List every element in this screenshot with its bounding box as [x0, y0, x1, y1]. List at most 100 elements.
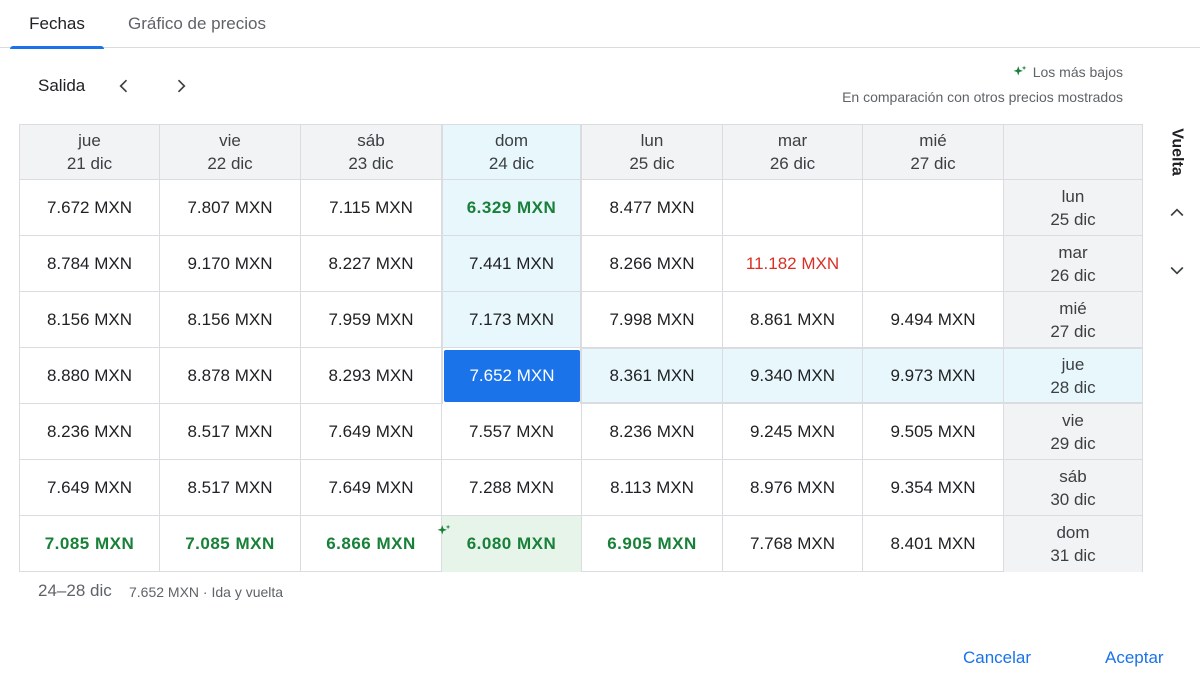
row-header-return: mié 27 dic — [1004, 292, 1142, 348]
price-cell[interactable]: 9.494 MXN — [863, 292, 1004, 348]
price-cell[interactable]: 8.236 MXN — [582, 404, 723, 460]
column-day: mar — [777, 131, 808, 150]
price-cell[interactable]: 7.672 MXN — [20, 180, 160, 236]
row-day: vie — [1062, 410, 1084, 430]
price-cell[interactable]: 8.401 MXN — [863, 516, 1004, 572]
row-day: jue — [1061, 354, 1085, 374]
sparkle-icon — [437, 523, 451, 543]
column-date: 22 dic — [207, 154, 253, 173]
tab-bar: Fechas Gráfico de precios — [0, 0, 1200, 49]
price-cell[interactable]: 7.085 MXN — [160, 516, 301, 572]
column-header-departure: dom 24 dic — [442, 125, 582, 180]
tab-fechas[interactable]: Fechas — [10, 0, 104, 49]
price-cell[interactable]: 8.861 MXN — [723, 292, 863, 348]
row-date: 25 dic — [1050, 209, 1096, 229]
return-label: Vuelta — [1169, 128, 1187, 176]
price-cell[interactable]: 8.878 MXN — [160, 348, 301, 404]
column-day: jue — [78, 131, 101, 150]
column-day: mié — [919, 131, 947, 150]
price-cell[interactable]: 6.329 MXN — [442, 180, 582, 236]
previous-week-button[interactable] — [108, 70, 140, 102]
accept-button[interactable]: Aceptar — [1105, 648, 1164, 668]
price-cell[interactable]: 9.354 MXN — [863, 460, 1004, 516]
row-day: sáb — [1059, 466, 1087, 486]
column-date: 24 dic — [488, 154, 535, 173]
price-cell[interactable]: 8.156 MXN — [160, 292, 301, 348]
price-cell[interactable]: 11.182 MXN — [723, 236, 863, 292]
sparkle-icon — [1013, 65, 1027, 76]
chevron-right-icon — [177, 79, 186, 93]
column-header-departure: mar 26 dic — [723, 125, 863, 180]
price-cell[interactable]: 8.113 MXN — [582, 460, 723, 516]
next-return-week-button[interactable] — [1162, 255, 1192, 285]
column-header-departure: mié 27 dic — [863, 125, 1004, 180]
price-cell[interactable]: 8.517 MXN — [160, 404, 301, 460]
price-cell[interactable]: 7.807 MXN — [160, 180, 301, 236]
price-cell[interactable]: 7.649 MXN — [301, 404, 442, 460]
price-cell[interactable]: 8.236 MXN — [20, 404, 160, 460]
row-date: 31 dic — [1050, 546, 1096, 565]
price-cell[interactable]: 7.768 MXN — [723, 516, 863, 572]
price-cell[interactable]: 7.557 MXN — [442, 404, 582, 460]
departure-label: Salida — [38, 76, 86, 95]
row-day: dom — [1056, 523, 1090, 542]
price-cell[interactable]: 7.652 MXN — [444, 350, 580, 402]
price-cell[interactable]: 6.905 MXN — [582, 516, 723, 572]
row-day: mar — [1058, 242, 1088, 262]
price-cell[interactable]: 8.293 MXN — [301, 348, 442, 404]
price-cell[interactable]: 8.156 MXN — [20, 292, 160, 348]
price-cell[interactable]: 8.477 MXN — [582, 180, 723, 236]
column-date: 25 dic — [629, 154, 675, 173]
price-cell[interactable]: 8.784 MXN — [20, 236, 160, 292]
column-header-departure: lun 25 dic — [582, 125, 723, 180]
price-cell[interactable]: 9.340 MXN — [723, 348, 863, 404]
selected-price-summary: 7.652 MXN · Ida y vuelta — [129, 584, 284, 600]
price-cell[interactable]: 8.880 MXN — [20, 348, 160, 404]
row-header-return: jue 28 dic — [1004, 348, 1142, 404]
price-cell[interactable]: 7.649 MXN — [20, 460, 160, 516]
price-cell[interactable]: 8.266 MXN — [582, 236, 723, 292]
tab-grafico-de-precios[interactable]: Gráfico de precios — [112, 0, 282, 48]
price-cell[interactable]: 7.441 MXN — [442, 236, 582, 292]
price-cell[interactable]: 7.173 MXN — [442, 292, 582, 348]
price-cell[interactable]: 8.517 MXN — [160, 460, 301, 516]
price-grid: jue 21 dic vie 22 dic sáb 23 dic dom 24 dic lun 2… — [19, 124, 1143, 572]
price-cell[interactable]: 6.080 MXN — [437, 516, 582, 572]
price-cell[interactable]: 9.245 MXN — [723, 404, 863, 460]
column-header-departure: jue 21 dic — [20, 125, 160, 180]
column-day: lun — [640, 131, 664, 150]
row-header-return: lun 25 dic — [1004, 180, 1142, 236]
row-header-return: vie 29 dic — [1004, 404, 1142, 460]
legend-subtitle: En comparación con otros precios mostrad… — [842, 89, 1123, 105]
price-cell[interactable]: 7.115 MXN — [301, 180, 442, 236]
previous-return-week-button[interactable] — [1162, 198, 1192, 228]
column-header-departure: sáb 23 dic — [301, 125, 442, 180]
column-day: vie — [219, 131, 241, 150]
column-date: 21 dic — [66, 154, 113, 173]
price-cell[interactable]: 7.998 MXN — [582, 292, 723, 348]
price-cell[interactable]: 9.973 MXN — [863, 348, 1004, 404]
row-date: 28 dic — [1050, 377, 1096, 397]
empty-cell — [863, 236, 1004, 292]
price-cell[interactable]: 9.170 MXN — [160, 236, 301, 292]
price-cell[interactable]: 6.866 MXN — [301, 516, 442, 572]
corner-header — [1004, 125, 1142, 180]
price-cell[interactable]: 7.288 MXN — [442, 460, 582, 516]
column-header-departure: vie 22 dic — [160, 125, 301, 180]
price-cell[interactable]: 7.085 MXN — [20, 516, 160, 572]
price-cell[interactable]: 8.976 MXN — [723, 460, 863, 516]
price-cell[interactable]: 8.227 MXN — [301, 236, 442, 292]
cancel-button[interactable]: Cancelar — [963, 648, 1031, 668]
column-date: 26 dic — [769, 154, 816, 173]
legend-lowest: Los más bajos — [1013, 64, 1123, 80]
chevron-left-icon — [119, 79, 128, 93]
row-date: 30 dic — [1050, 489, 1096, 509]
row-date: 29 dic — [1050, 433, 1096, 453]
column-date: 23 dic — [348, 154, 394, 173]
price-cell[interactable]: 7.959 MXN — [301, 292, 442, 348]
price-cell[interactable]: 7.649 MXN — [301, 460, 442, 516]
selected-date-range: 24–28 dic — [38, 581, 112, 600]
price-cell[interactable]: 9.505 MXN — [863, 404, 1004, 460]
price-cell[interactable]: 8.361 MXN — [582, 348, 723, 404]
next-week-button[interactable] — [165, 70, 197, 102]
